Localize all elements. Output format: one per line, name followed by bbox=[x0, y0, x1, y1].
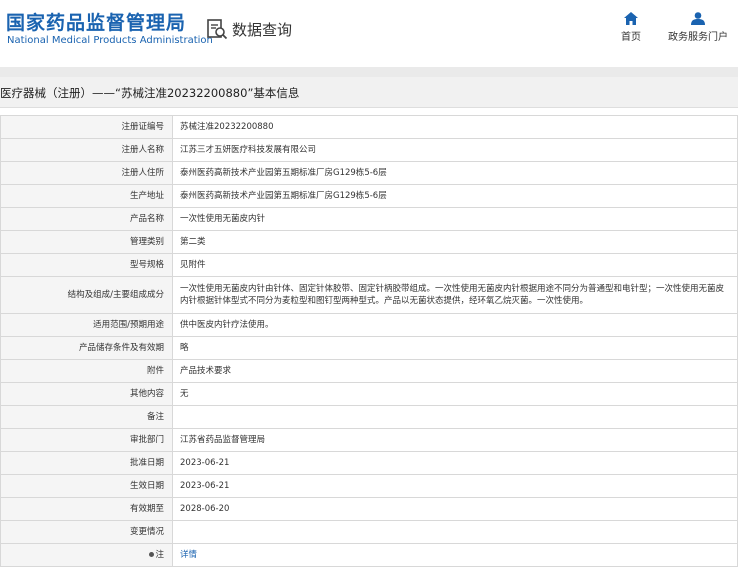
row-label: 结构及组成/主要组成成分 bbox=[0, 276, 173, 314]
nav-service-portal[interactable]: 政务服务门户 bbox=[666, 12, 730, 43]
nav-home[interactable]: 首页 bbox=[618, 12, 644, 43]
info-row: 型号规格 见附件 bbox=[0, 253, 738, 277]
info-row: 注册证编号 苏械注准20232200880 bbox=[0, 115, 738, 139]
info-row: 审批部门 江苏省药品监督管理局 bbox=[0, 428, 738, 452]
row-label: 注册证编号 bbox=[0, 115, 173, 139]
row-label: 生效日期 bbox=[0, 474, 173, 498]
info-row: 管理类别 第二类 bbox=[0, 230, 738, 254]
info-row: 注册人住所 泰州医药高新技术产业园第五期标准厂房G129栋5-6层 bbox=[0, 161, 738, 185]
info-row: 适用范围/预期用途 供中医皮内针疗法使用。 bbox=[0, 313, 738, 337]
data-query-label: 数据查询 bbox=[232, 20, 293, 39]
row-value: 江苏三才五妍医疗科技发展有限公司 bbox=[172, 138, 738, 162]
row-value: 2028-06-20 bbox=[172, 497, 738, 521]
info-row: 生效日期 2023-06-21 bbox=[0, 474, 738, 498]
details-link[interactable]: 详情 bbox=[180, 550, 197, 560]
row-value: 产品技术要求 bbox=[172, 359, 738, 383]
info-row-note: 注 详情 bbox=[0, 543, 738, 567]
row-value: 苏械注准20232200880 bbox=[172, 115, 738, 139]
info-row: 产品名称 一次性使用无菌皮内针 bbox=[0, 207, 738, 231]
info-row: 其他内容无 bbox=[0, 382, 738, 406]
row-value: 略 bbox=[172, 336, 738, 360]
nav-service-portal-label: 政务服务门户 bbox=[668, 32, 728, 43]
row-value: 供中医皮内针疗法使用。 bbox=[172, 313, 738, 337]
row-value: 江苏省药品监督管理局 bbox=[172, 428, 738, 452]
row-value bbox=[172, 520, 738, 544]
info-row: 变更情况 bbox=[0, 520, 738, 544]
row-label: 型号规格 bbox=[0, 253, 173, 277]
page-title-bar: 医疗器械（注册）——“苏械注准20232200880”基本信息 bbox=[0, 77, 738, 108]
data-query-menu[interactable]: 数据查询 bbox=[206, 17, 292, 41]
row-label: 其他内容 bbox=[0, 382, 173, 406]
logo-title-en: National Medical Products Administration bbox=[7, 35, 213, 46]
row-label: 变更情况 bbox=[0, 520, 173, 544]
user-icon bbox=[691, 12, 705, 25]
row-value: 见附件 bbox=[172, 253, 738, 277]
bullet-dot-icon bbox=[149, 552, 155, 557]
row-value: 第二类 bbox=[172, 230, 738, 254]
row-value: 一次性使用无菌皮内针 bbox=[172, 207, 738, 231]
logo-title-cn[interactable]: 国家药品监督管理局 bbox=[6, 8, 186, 35]
nav-home-label: 首页 bbox=[621, 32, 641, 43]
note-label: 注 bbox=[155, 550, 164, 560]
row-value bbox=[172, 405, 738, 429]
info-row: 结构及组成/主要组成成分 一次性使用无菌皮内针由针体、固定针体胶带、固定针柄胶带组… bbox=[0, 276, 738, 314]
search-document-icon bbox=[207, 19, 228, 40]
row-label: 生产地址 bbox=[0, 184, 173, 208]
registration-info-table: 注册证编号 苏械注准20232200880 注册人名称 江苏三才五妍医疗科技发展有限… bbox=[0, 115, 738, 567]
info-row: 附件 产品技术要求 bbox=[0, 359, 738, 383]
info-row: 批准日期 2023-06-21 bbox=[0, 451, 738, 475]
row-label: 附件 bbox=[0, 359, 173, 383]
page-title: 医疗器械（注册）——“苏械注准20232200880”基本信息 bbox=[0, 86, 300, 100]
info-row: 有效期至 2028-06-20 bbox=[0, 497, 738, 521]
row-label: 适用范围/预期用途 bbox=[0, 313, 173, 337]
info-row: 注册人名称 江苏三才五妍医疗科技发展有限公司 bbox=[0, 138, 738, 162]
home-icon bbox=[624, 12, 638, 25]
row-value: 2023-06-21 bbox=[172, 451, 738, 475]
row-label: 批准日期 bbox=[0, 451, 173, 475]
row-label: 注册人住所 bbox=[0, 161, 173, 185]
header-divider-band bbox=[0, 67, 738, 77]
row-label: 审批部门 bbox=[0, 428, 173, 452]
row-value: 2023-06-21 bbox=[172, 474, 738, 498]
site-header: 国家药品监督管理局 National Medical Products Admi… bbox=[0, 0, 738, 62]
row-value: 泰州医药高新技术产业园第五期标准厂房G129栋5-6层 bbox=[172, 161, 738, 185]
info-row: 产品储存条件及有效期略 bbox=[0, 336, 738, 360]
row-value: 一次性使用无菌皮内针由针体、固定针体胶带、固定针柄胶带组成。一次性使用无菌皮内针… bbox=[172, 276, 738, 314]
row-label: 备注 bbox=[0, 405, 173, 429]
row-value: 泰州医药高新技术产业园第五期标准厂房G129栋5-6层 bbox=[172, 184, 738, 208]
row-label: 注册人名称 bbox=[0, 138, 173, 162]
row-label: 产品储存条件及有效期 bbox=[0, 336, 173, 360]
info-row: 生产地址 泰州医药高新技术产业园第五期标准厂房G129栋5-6层 bbox=[0, 184, 738, 208]
row-value: 无 bbox=[172, 382, 738, 406]
info-row: 备注 bbox=[0, 405, 738, 429]
row-label: 管理类别 bbox=[0, 230, 173, 254]
row-label: 产品名称 bbox=[0, 207, 173, 231]
row-label: 有效期至 bbox=[0, 497, 173, 521]
